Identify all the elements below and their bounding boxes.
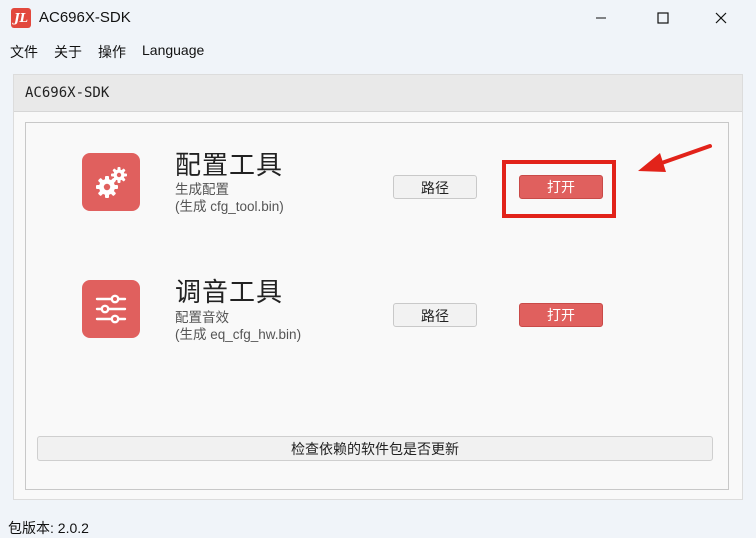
- menu-about[interactable]: 关于: [54, 42, 82, 62]
- maximize-button[interactable]: [640, 0, 686, 36]
- tuning-path-button[interactable]: 路径: [393, 303, 477, 327]
- annotation-highlight-box: [502, 160, 616, 218]
- config-tool-title: 配置工具: [175, 151, 284, 181]
- minimize-button[interactable]: [578, 0, 624, 36]
- panel-header: AC696X-SDK: [14, 75, 742, 112]
- annotation-arrow-icon: [638, 144, 712, 172]
- gears-icon: [82, 153, 140, 211]
- panel-header-title: AC696X-SDK: [25, 85, 110, 101]
- tuning-tool-output: (生成 eq_cfg_hw.bin): [175, 327, 302, 342]
- package-version: 包版本: 2.0.2: [8, 520, 89, 536]
- sliders-icon: [82, 280, 140, 338]
- tools-group: 配置工具 生成配置 (生成 cfg_tool.bin) 路径 打开 调音工具 配…: [25, 122, 729, 490]
- close-icon: [715, 12, 727, 24]
- maximize-icon: [657, 12, 669, 24]
- menu-language[interactable]: Language: [142, 42, 204, 58]
- config-tool-desc: 生成配置: [175, 182, 229, 197]
- minimize-icon: [596, 17, 606, 19]
- close-button[interactable]: [698, 0, 744, 36]
- tuning-tool-title: 调音工具: [175, 278, 284, 308]
- app-logo-icon: JL: [11, 8, 31, 28]
- tuning-tool-desc: 配置音效: [175, 310, 229, 325]
- tuning-open-button[interactable]: 打开: [519, 303, 603, 327]
- window-title: AC696X-SDK: [39, 9, 131, 26]
- title-bar: JL AC696X-SDK: [0, 0, 756, 36]
- check-updates-button[interactable]: 检查依赖的软件包是否更新: [37, 436, 713, 461]
- menu-file[interactable]: 文件: [10, 42, 38, 62]
- config-tool-output: (生成 cfg_tool.bin): [175, 199, 284, 214]
- menu-bar: 文件 关于 操作 Language: [0, 38, 756, 64]
- config-path-button[interactable]: 路径: [393, 175, 477, 199]
- sdk-panel: AC696X-SDK 配置工具 生成配置 (生成 cfg_tool.bin) 路…: [13, 74, 743, 500]
- menu-operation[interactable]: 操作: [98, 42, 126, 62]
